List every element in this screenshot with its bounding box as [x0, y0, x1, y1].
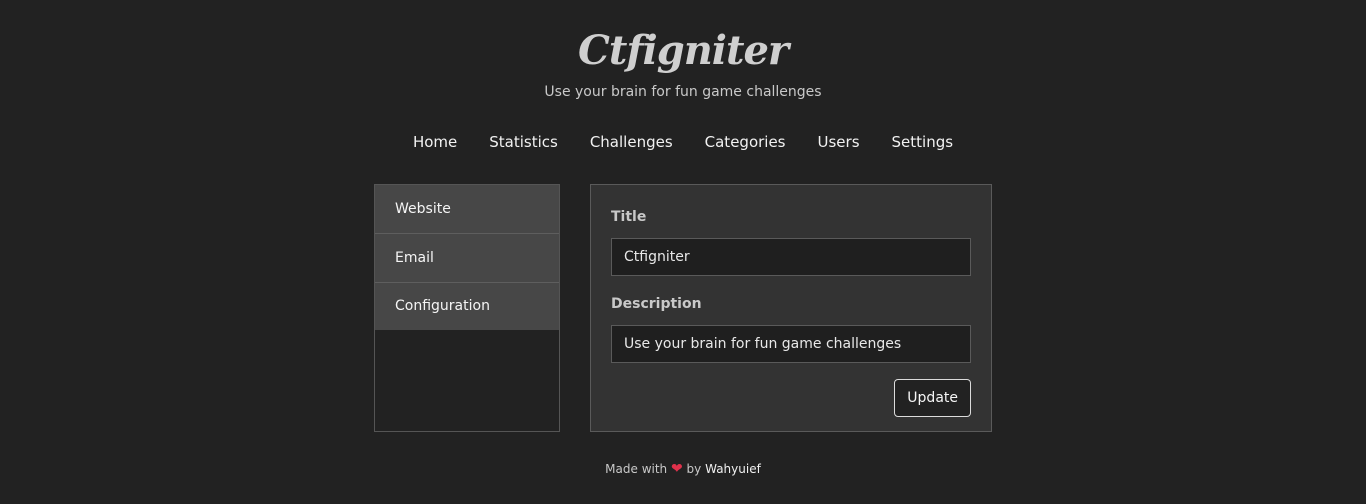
sidebar-item-email[interactable]: Email [375, 234, 559, 283]
site-tagline: Use your brain for fun game challenges [544, 84, 822, 100]
nav-users[interactable]: Users [818, 130, 860, 154]
sidebar-item-configuration[interactable]: Configuration [375, 283, 559, 330]
nav-settings[interactable]: Settings [892, 130, 954, 154]
website-settings-panel: Title Description Update [590, 184, 992, 432]
settings-sidebar: Website Email Configuration [374, 184, 560, 432]
site-logo[interactable]: Ctfigniter [0, 26, 1366, 76]
nav-statistics[interactable]: Statistics [489, 130, 558, 154]
site-footer: Made with ❤ by Wahyuief [0, 460, 1366, 478]
nav-challenges[interactable]: Challenges [590, 130, 673, 154]
nav-categories[interactable]: Categories [705, 130, 786, 154]
footer-by: by [686, 462, 702, 476]
title-label: Title [611, 209, 647, 225]
heart-icon: ❤ [670, 461, 683, 477]
footer-made-with: Made with [605, 462, 668, 476]
title-input[interactable] [611, 238, 971, 276]
settings-content: Website Email Configuration Title Descri… [374, 184, 992, 432]
update-button[interactable]: Update [894, 379, 971, 417]
form-actions: Update [611, 379, 971, 417]
nav-home[interactable]: Home [413, 130, 457, 154]
footer-author-link[interactable]: Wahyuief [705, 462, 761, 476]
site-header: Ctfigniter Use your brain for fun game c… [0, 0, 1366, 102]
sidebar-item-website[interactable]: Website [375, 185, 559, 234]
description-label: Description [611, 296, 702, 312]
main-nav: Home Statistics Challenges Categories Us… [0, 130, 1366, 154]
description-input[interactable] [611, 325, 971, 363]
